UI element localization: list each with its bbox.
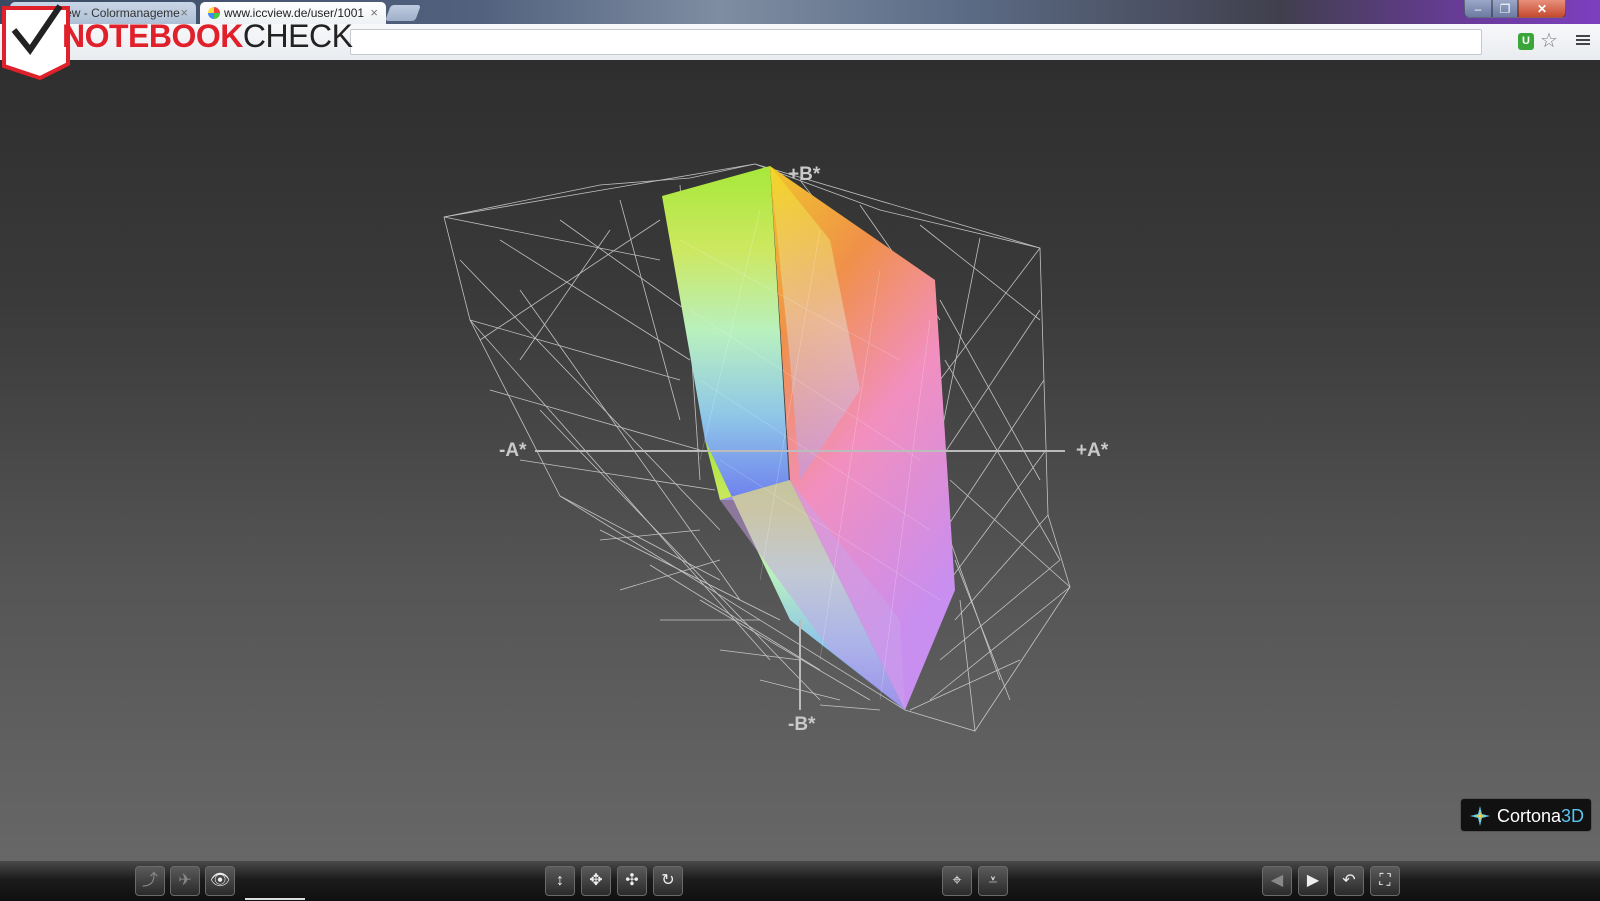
cortona-navigation-toolbar: ⤴ ✈ 👁 ↕ ✥ ✣ ↻ ⌖ ⩡ ◀ ▶ ↶ ⛶ (0, 860, 1600, 901)
vrml-viewport[interactable]: +B* -B* -A* +A* Cortona3D (0, 60, 1600, 860)
walk-button[interactable]: ⤴ (135, 866, 165, 896)
restore-button[interactable]: ↶ (1334, 866, 1364, 896)
prev-viewpoint-button[interactable]: ◀ (1262, 866, 1292, 896)
cortona-suffix: 3D (1561, 806, 1585, 826)
favicon-icon (208, 7, 220, 19)
window-minimize-button[interactable]: – (1464, 0, 1492, 18)
tab-iccview-colormanagement[interactable]: ICCView - Colormanageme × (10, 2, 196, 24)
tab-close-icon[interactable]: × (180, 2, 188, 24)
study-button[interactable]: 👁 (205, 866, 235, 896)
cortona-star-icon (1470, 806, 1490, 826)
prev-icon: ◀ (1270, 872, 1284, 889)
plane-icon: ✈ (178, 872, 192, 889)
move-icon: ✥ (589, 872, 603, 889)
align-button[interactable]: ⩡ (978, 866, 1008, 896)
fly-button[interactable]: ✈ (170, 866, 200, 896)
axis-label-minus-b: -B* (788, 714, 816, 735)
axis-label-plus-a: +A* (1076, 440, 1109, 461)
window-close-button[interactable]: ✕ (1518, 0, 1566, 18)
roll-button[interactable]: ↻ (653, 866, 683, 896)
play-icon: ▶ (1306, 872, 1320, 889)
browser-titlebar: ICCView - Colormanageme × www.iccview.de… (0, 0, 1600, 24)
extension-shield-icon[interactable]: U (1518, 33, 1534, 50)
measured-gamut-solid (662, 166, 955, 710)
tab-label: www.iccview.de/user/1001 (224, 6, 365, 20)
fit-button[interactable]: ⛶ (1370, 866, 1400, 896)
axis-label-plus-b: +B* (788, 164, 821, 185)
address-bar (0, 24, 1600, 61)
cortona-name: Cortona (1497, 806, 1562, 826)
turn-button[interactable]: ✣ (617, 866, 647, 896)
undo-icon: ↶ (1342, 872, 1356, 889)
fit-icon: ⛶ (1379, 872, 1391, 889)
tab-close-icon[interactable]: × (370, 2, 378, 24)
axis-label-minus-a: -A* (499, 440, 527, 461)
bookmark-star-icon[interactable]: ☆ (1540, 28, 1558, 53)
walk-icon: ⤴ (141, 872, 158, 889)
new-tab-button[interactable] (385, 5, 421, 21)
turn-icon: ✣ (625, 872, 639, 889)
arrow-updown-icon: ↕ (556, 872, 564, 889)
next-viewpoint-button[interactable]: ▶ (1298, 866, 1328, 896)
url-input[interactable] (350, 29, 1482, 55)
goto-button[interactable]: ⌖ (942, 866, 972, 896)
browser-menu-icon[interactable] (1576, 33, 1590, 47)
tab-iccview-user[interactable]: www.iccview.de/user/1001 × (200, 2, 386, 24)
cortona3d-badge[interactable]: Cortona3D (1460, 798, 1592, 832)
window-maximize-button[interactable]: ❐ (1492, 0, 1518, 18)
tab-label: ICCView - Colormanageme (34, 6, 180, 20)
roll-icon: ↻ (661, 872, 675, 889)
align-icon: ⩡ (988, 872, 998, 889)
favicon-icon (18, 7, 30, 19)
pan-button[interactable]: ✥ (581, 866, 611, 896)
target-icon: ⌖ (952, 872, 962, 889)
plan-button[interactable]: ↕ (545, 866, 575, 896)
eye-icon: 👁 (209, 872, 231, 889)
